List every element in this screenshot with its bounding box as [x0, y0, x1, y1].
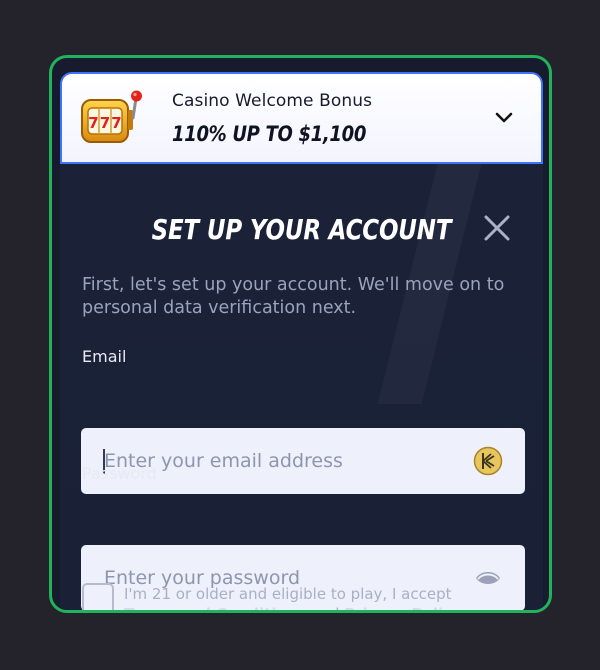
page-title: SET UP YOUR ACCOUNT	[151, 213, 452, 246]
chevron-down-icon[interactable]	[493, 106, 515, 128]
password-manager-icon[interactable]	[473, 446, 503, 476]
signup-modal-frame: 7 7 7 Casino Welcome Bonus 110% UP TO $1…	[49, 55, 552, 613]
password-label: Password	[82, 464, 157, 483]
terms-link[interactable]: Terms and Conditions	[124, 605, 306, 610]
svg-text:7: 7	[88, 114, 98, 132]
slot-machine-icon: 7 7 7	[81, 90, 142, 143]
close-icon[interactable]	[481, 212, 513, 244]
welcome-bonus-banner[interactable]: 7 7 7 Casino Welcome Bonus 110% UP TO $1…	[60, 72, 543, 164]
svg-text:7: 7	[111, 114, 121, 132]
consent-checkbox[interactable]	[82, 583, 114, 610]
privacy-link[interactable]: Privacy Policy	[344, 605, 462, 610]
consent-prefix: I'm 21 or older and eligible to play, I …	[124, 585, 452, 603]
bonus-subtitle: Casino Welcome Bonus	[172, 91, 373, 111]
account-setup-panel: SET UP YOUR ACCOUNT First, let's set up …	[60, 164, 543, 610]
email-label: Email	[82, 347, 127, 366]
email-field[interactable]	[81, 428, 525, 494]
intro-text: First, let's set up your account. We'll …	[82, 275, 505, 318]
consent-text: I'm 21 or older and eligible to play, I …	[124, 584, 484, 610]
email-field-container[interactable]	[81, 428, 525, 494]
svg-text:7: 7	[100, 114, 110, 132]
bonus-title: 110% UP TO $1,100	[172, 122, 367, 146]
consent-and: and	[306, 605, 344, 610]
